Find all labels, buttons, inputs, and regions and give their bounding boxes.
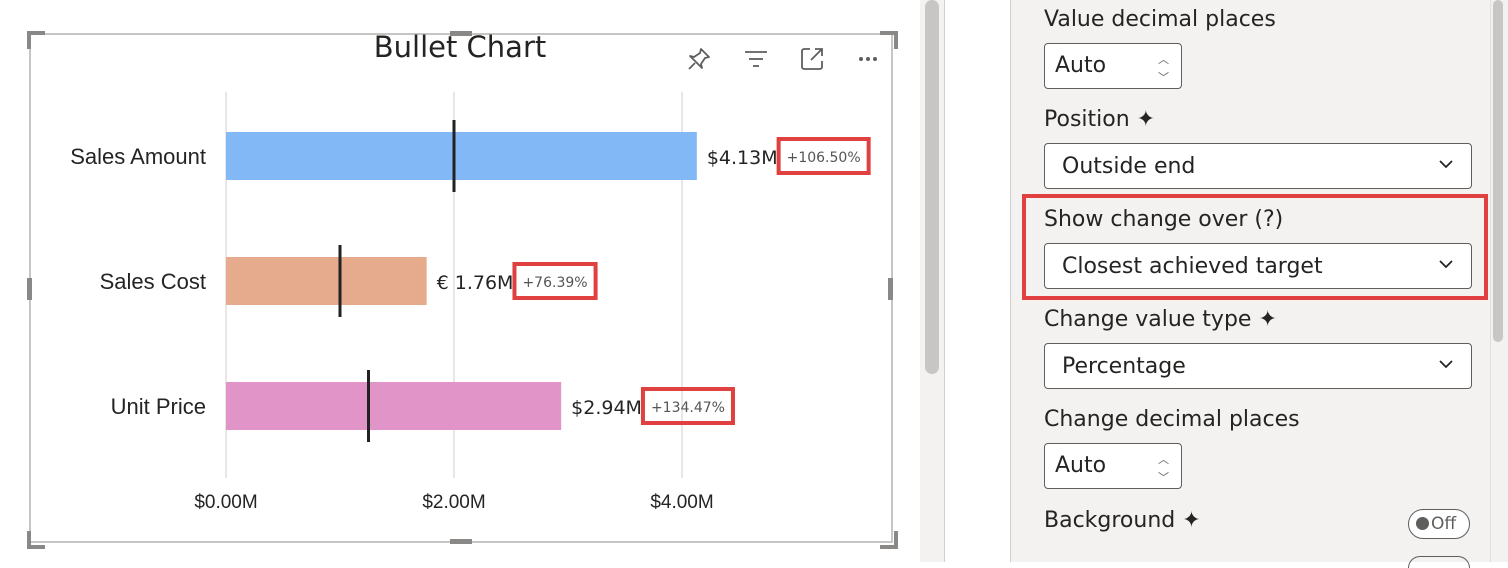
position-value: Outside end [1062, 154, 1196, 179]
next-toggle-partial[interactable] [1408, 556, 1470, 568]
x-tick-label: $0.00M [194, 492, 257, 513]
change-value-type-label: Change value type ✦ [1044, 307, 1277, 332]
format-pane-scrollbar-thumb[interactable] [1493, 0, 1503, 342]
bullet-chart: Sales Amount $4.13M +106.50% Sales Cost € 1.… [70, 92, 871, 513]
change-decimal-places-label: Change decimal places [1044, 407, 1300, 432]
category-label: Sales Cost [100, 269, 206, 294]
x-tick-label: $4.00M [650, 492, 713, 513]
category-label: Sales Amount [70, 144, 206, 169]
value-label: $2.94M [571, 397, 642, 419]
position-dropdown[interactable]: Outside end [1044, 143, 1472, 189]
change-decimal-places-spinner[interactable]: Auto ︿ ﹀ [1044, 443, 1182, 489]
value-bar [226, 382, 562, 430]
change-label: +134.47% [651, 400, 725, 416]
toggle-knob [1416, 517, 1429, 530]
spinner-up-icon[interactable]: ︿ [1158, 451, 1169, 467]
background-toggle[interactable]: Off [1408, 509, 1470, 539]
value-decimal-places-spinner[interactable]: Auto ︿ ﹀ [1044, 43, 1182, 89]
value-decimal-places-value: Auto [1055, 53, 1107, 78]
change-label: +106.50% [787, 150, 861, 166]
position-label: Position ✦ [1044, 107, 1156, 132]
change-decimal-places-value: Auto [1055, 453, 1107, 478]
highlight-annotation-box [1022, 194, 1488, 300]
chevron-down-icon [1439, 160, 1453, 169]
chevron-down-icon [1439, 360, 1453, 369]
canvas-scrollbar-thumb[interactable] [925, 0, 939, 374]
x-tick-label: $2.00M [422, 492, 485, 513]
change-value-type-dropdown[interactable]: Percentage [1044, 343, 1472, 389]
value-label: $4.13M [707, 147, 778, 169]
spinner-down-icon[interactable]: ﹀ [1158, 469, 1169, 485]
background-label: Background ✦ [1044, 508, 1201, 533]
background-toggle-state: Off [1431, 514, 1457, 534]
pane-divider [944, 0, 945, 562]
change-value-type-value: Percentage [1062, 354, 1186, 379]
value-bar [226, 132, 697, 180]
value-label: € 1.76M [437, 272, 514, 294]
category-label: Unit Price [111, 394, 206, 419]
value-decimal-places-label: Value decimal places [1044, 7, 1276, 32]
spinner-up-icon[interactable]: ︿ [1158, 51, 1169, 67]
value-bar [226, 257, 427, 305]
spinner-down-icon[interactable]: ﹀ [1158, 69, 1169, 85]
change-label: +76.39% [522, 275, 587, 291]
